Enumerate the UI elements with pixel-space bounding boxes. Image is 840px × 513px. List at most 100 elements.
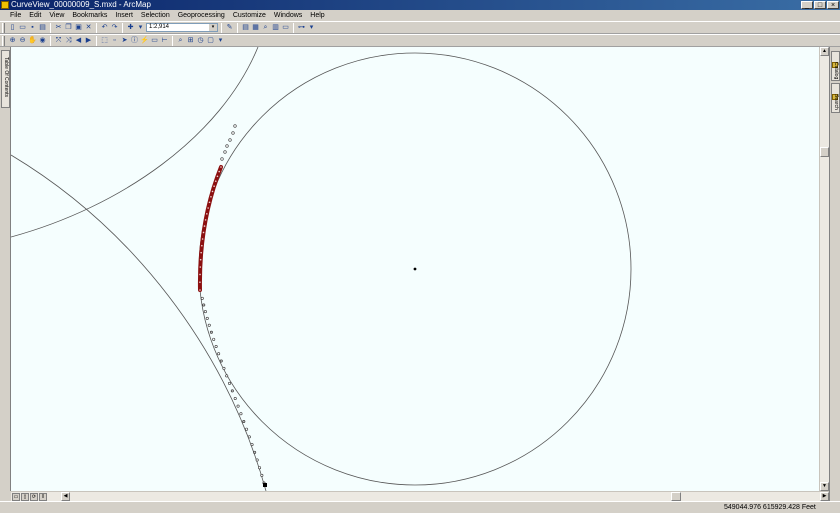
toolbar-separator bbox=[172, 35, 173, 46]
map-vertical-scrollbar[interactable]: ▲ ▼ bbox=[819, 47, 829, 491]
title-bar[interactable]: CurveView_00000009_S.mxd - ArcMap _ □ × bbox=[0, 0, 840, 10]
selected-vertex bbox=[211, 190, 214, 193]
forward-extent-icon[interactable]: ▶ bbox=[84, 36, 93, 45]
selected-curve-segment bbox=[197, 165, 223, 292]
table-of-contents-tab[interactable]: Table Of Contents bbox=[1, 50, 10, 108]
back-extent-icon[interactable]: ◀ bbox=[74, 36, 83, 45]
print-icon[interactable]: ▤ bbox=[38, 23, 47, 32]
menu-insert[interactable]: Insert bbox=[111, 10, 137, 21]
fixed-zoom-in-icon[interactable]: ⤧ bbox=[54, 36, 63, 45]
minimize-button[interactable]: _ bbox=[801, 1, 813, 9]
open-folder-icon[interactable]: ▭ bbox=[18, 23, 27, 32]
vertex-point bbox=[212, 337, 216, 341]
selected-vertex bbox=[199, 281, 201, 283]
arcmap-window: CurveView_00000009_S.mxd - ArcMap _ □ × … bbox=[0, 0, 840, 513]
search-tab[interactable]: Search bbox=[831, 83, 840, 113]
time-slider-icon[interactable]: ◷ bbox=[196, 36, 205, 45]
selected-vertex bbox=[203, 225, 206, 227]
arctoolbox-icon[interactable]: ▥ bbox=[271, 23, 280, 32]
add-data-icon[interactable]: ✚ bbox=[126, 23, 135, 32]
model-builder-icon[interactable]: ⊶ bbox=[297, 23, 306, 32]
selected-vertex bbox=[216, 175, 219, 178]
layout-view-icon[interactable]: ▯ bbox=[21, 492, 29, 501]
go-to-xy-icon[interactable]: ⊞ bbox=[186, 36, 195, 45]
maximize-button[interactable]: □ bbox=[814, 1, 826, 9]
arcmap-app-icon bbox=[1, 1, 9, 9]
map-horizontal-scrollbar[interactable]: ◀ ▶ bbox=[61, 492, 829, 501]
selected-vertex bbox=[210, 195, 212, 198]
scroll-up-icon[interactable]: ▲ bbox=[820, 47, 829, 56]
viewer-window-icon[interactable]: ▢ bbox=[206, 36, 215, 45]
vertical-scroll-thumb[interactable] bbox=[820, 147, 829, 157]
scale-dropdown-icon[interactable]: ▾ bbox=[209, 24, 217, 31]
cut-icon[interactable]: ✂ bbox=[54, 23, 63, 32]
toolbar-separator bbox=[221, 22, 222, 33]
copy-icon[interactable]: ❐ bbox=[64, 23, 73, 32]
save-icon[interactable]: ▪ bbox=[28, 23, 37, 32]
toolbar-grip[interactable] bbox=[2, 35, 5, 46]
data-view-icon[interactable]: ▭ bbox=[12, 492, 20, 501]
menu-edit[interactable]: Edit bbox=[25, 10, 45, 21]
zoom-out-icon[interactable]: ⊖ bbox=[18, 36, 27, 45]
map-view[interactable] bbox=[11, 47, 819, 491]
menu-help[interactable]: Help bbox=[306, 10, 328, 21]
menu-bookmarks[interactable]: Bookmarks bbox=[68, 10, 111, 21]
identify-icon[interactable]: ⓘ bbox=[130, 36, 139, 45]
map-canvas[interactable] bbox=[11, 47, 819, 491]
clear-selection-icon[interactable]: ▫ bbox=[110, 36, 119, 45]
menu-file[interactable]: File bbox=[6, 10, 25, 21]
html-popup-icon[interactable]: ▭ bbox=[150, 36, 159, 45]
map-scale-field[interactable]: 1:2,914 ▾ bbox=[146, 23, 218, 32]
toolbar-overflow-icon[interactable]: ▾ bbox=[307, 23, 316, 32]
pan-icon[interactable]: ✋ bbox=[28, 36, 37, 45]
circle-center-point bbox=[413, 267, 417, 271]
toolbar-grip[interactable] bbox=[2, 22, 5, 33]
scroll-left-icon[interactable]: ◀ bbox=[61, 492, 70, 501]
editor-toolbar-icon[interactable]: ✎ bbox=[225, 23, 234, 32]
horizontal-scroll-thumb[interactable] bbox=[671, 492, 681, 501]
vertex-points bbox=[200, 124, 266, 485]
toolbar-overflow-icon[interactable]: ▾ bbox=[216, 36, 225, 45]
vertex-point bbox=[250, 443, 254, 447]
add-data-dropdown-icon[interactable]: ▾ bbox=[136, 23, 145, 32]
select-elements-icon[interactable]: ➤ bbox=[120, 36, 129, 45]
selected-vertex bbox=[213, 185, 215, 188]
menu-view[interactable]: View bbox=[45, 10, 68, 21]
vertex-point bbox=[230, 389, 234, 393]
delete-icon[interactable]: ✕ bbox=[84, 23, 93, 32]
hyperlink-icon[interactable]: ⚡ bbox=[140, 36, 149, 45]
selected-vertex bbox=[199, 266, 202, 268]
vertex-point bbox=[222, 366, 226, 370]
menu-geoprocessing[interactable]: Geoprocessing bbox=[174, 10, 229, 21]
scroll-down-icon[interactable]: ▼ bbox=[820, 482, 829, 491]
map-scale-value: 1:2,914 bbox=[149, 24, 170, 30]
table-of-contents-icon[interactable]: ▤ bbox=[241, 23, 250, 32]
fixed-zoom-out-icon[interactable]: ⤨ bbox=[64, 36, 73, 45]
menu-customize[interactable]: Customize bbox=[229, 10, 270, 21]
redo-icon[interactable]: ↷ bbox=[110, 23, 119, 32]
zoom-in-icon[interactable]: ⊕ bbox=[8, 36, 17, 45]
pause-drawing-icon[interactable]: ‖ bbox=[39, 492, 47, 501]
close-button[interactable]: × bbox=[827, 1, 839, 9]
new-document-icon[interactable]: ▯ bbox=[8, 23, 17, 32]
status-bar: 549044.976 615929.428 Feet bbox=[0, 501, 840, 513]
paste-icon[interactable]: ▣ bbox=[74, 23, 83, 32]
scroll-right-icon[interactable]: ▶ bbox=[820, 492, 829, 501]
menu-selection[interactable]: Selection bbox=[137, 10, 174, 21]
measure-icon[interactable]: ⊢ bbox=[160, 36, 169, 45]
select-features-icon[interactable]: ⬚ bbox=[100, 36, 109, 45]
toolbar-separator bbox=[96, 35, 97, 46]
search-window-icon[interactable]: ⌕ bbox=[261, 23, 270, 32]
vertex-point bbox=[239, 412, 243, 416]
full-extent-icon[interactable]: ◉ bbox=[38, 36, 47, 45]
catalog-tab[interactable]: Catalog bbox=[831, 51, 840, 81]
find-icon[interactable]: ⌕ bbox=[176, 36, 185, 45]
catalog-window-icon[interactable]: ▦ bbox=[251, 23, 260, 32]
undo-icon[interactable]: ↶ bbox=[100, 23, 109, 32]
python-window-icon[interactable]: ▭ bbox=[281, 23, 290, 32]
window-title: CurveView_00000009_S.mxd - ArcMap bbox=[11, 0, 151, 9]
catalog-tab-label: Catalog bbox=[833, 62, 839, 80]
refresh-view-icon[interactable]: ⟳ bbox=[30, 492, 38, 501]
menu-windows[interactable]: Windows bbox=[270, 10, 306, 21]
vertex-point bbox=[203, 310, 207, 314]
